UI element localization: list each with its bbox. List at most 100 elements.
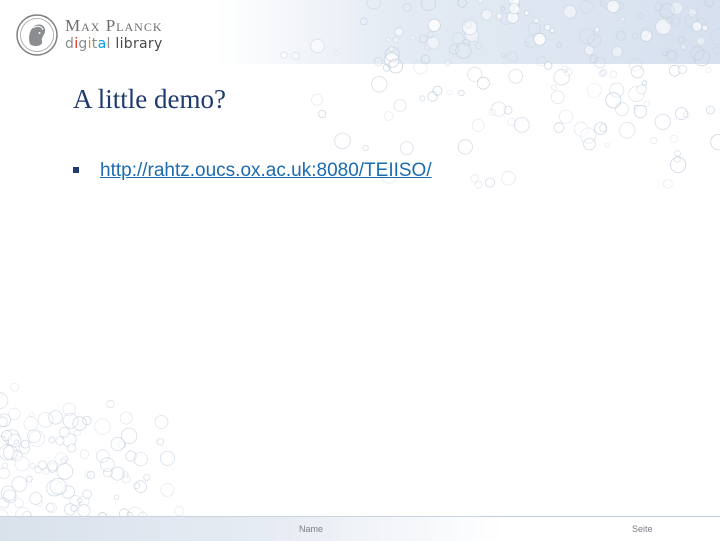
bubble-dot: [10, 382, 20, 392]
bubble-dot: [46, 479, 63, 497]
bubble-dot: [29, 462, 36, 470]
bubble-dot: [134, 480, 148, 493]
bubble-dot: [0, 392, 3, 398]
bubble-dot: [62, 402, 76, 417]
bubble-dot: [72, 416, 87, 431]
bubble-dot: [174, 505, 185, 517]
bubble-dot: [110, 436, 126, 452]
bubble-dot: [628, 86, 645, 103]
bubble-dot: [79, 502, 85, 508]
bubble-dot: [34, 465, 42, 474]
bubble-dot: [70, 504, 78, 512]
bubble-dot: [474, 180, 483, 189]
bubble-dot: [25, 475, 33, 483]
bubble-dot: [62, 413, 79, 429]
square-bullet-icon: [73, 167, 79, 173]
bubble-dot: [457, 139, 473, 155]
bubble-dot: [45, 503, 55, 512]
bubble-dot: [13, 498, 24, 508]
bubble-dot: [100, 457, 115, 472]
bubble-dot: [36, 500, 43, 507]
bubble-dot: [54, 452, 68, 466]
bubble-dot: [393, 99, 407, 112]
bubble-dot: [54, 481, 67, 495]
bubble-dot: [121, 474, 131, 484]
bullet-item: http://rahtz.oucs.ox.ac.uk:8080/TEIISO/: [72, 157, 432, 185]
bubble-dot: [594, 122, 608, 136]
bubble-dot: [470, 174, 479, 183]
bubble-dot: [476, 76, 490, 90]
bubble-dot: [553, 69, 570, 86]
bubble-dot: [77, 497, 83, 504]
bubble-dot: [95, 449, 110, 463]
bubble-dot: [77, 504, 91, 518]
bubble-dot: [154, 415, 169, 429]
bubble-dot: [86, 471, 95, 480]
bubble-dot: [598, 70, 605, 77]
bubble-dot: [82, 415, 92, 426]
bubble-dot: [143, 474, 151, 481]
bubble-dot: [0, 467, 10, 480]
bubble-dot: [573, 121, 589, 137]
bubble-dot: [674, 150, 681, 157]
bubble-dot: [61, 456, 69, 463]
bubble-dot: [106, 399, 115, 409]
bubble-dot: [119, 411, 133, 425]
bubble-dot: [82, 489, 92, 499]
bubble-dot: [73, 429, 81, 437]
bubble-dot: [643, 100, 650, 107]
bubble-dot: [48, 410, 63, 425]
bubble-dot: [491, 101, 507, 117]
bubble-dot: [0, 413, 12, 428]
bubble-dot: [110, 466, 125, 481]
bubble-dot: [159, 450, 176, 466]
bubble-dot: [630, 65, 644, 79]
bubble-dot: [18, 442, 31, 455]
bubble-dot: [458, 89, 465, 97]
bubble-dot: [133, 482, 141, 490]
bubble-dot: [7, 433, 22, 448]
bubble-dot: [1, 430, 13, 442]
brand-subtitle: digital library: [65, 36, 163, 52]
bubble-dot: [471, 118, 485, 132]
bubble-dot: [427, 91, 438, 102]
bubble-dot: [432, 85, 443, 96]
bubble-dot: [682, 111, 690, 119]
brand-subtitle-letter: library: [110, 36, 163, 52]
footer-name: Name: [299, 524, 324, 534]
bubble-dot: [669, 156, 687, 173]
bubble-dot: [1, 462, 8, 469]
bubble-dot: [23, 416, 39, 431]
bubble-dot: [636, 84, 647, 95]
bubble-dot: [120, 427, 138, 445]
bubble-dot: [668, 64, 681, 77]
bubble-dot: [28, 430, 46, 447]
bubble-dot: [311, 93, 324, 106]
bubble-dot: [609, 82, 625, 98]
bubble-dot: [503, 105, 513, 115]
brand-subtitle-letter: g: [78, 36, 88, 52]
bubble-dot: [14, 456, 30, 472]
bubble-dot: [663, 179, 673, 189]
bubble-dot: [59, 426, 70, 438]
bubble-dot: [13, 439, 19, 445]
bubble-dot: [362, 145, 369, 152]
decorative-bubbles-left: [0, 382, 185, 520]
footer-bar: Name Seite: [0, 516, 720, 541]
bubble-dot: [60, 458, 67, 465]
bubble-dot: [0, 416, 7, 428]
bubble-dot: [78, 495, 90, 507]
bullet-link[interactable]: http://rahtz.oucs.ox.ac.uk:8080/TEIISO/: [100, 160, 432, 181]
bubble-dot: [55, 436, 65, 446]
bubble-dot: [0, 485, 17, 502]
bubble-dot: [558, 109, 574, 124]
bubble-dot: [46, 502, 57, 514]
bubble-dot: [160, 483, 175, 497]
bubble-dot: [48, 436, 56, 444]
brand-name: Max Planck: [65, 16, 163, 35]
bubble-dot: [618, 122, 636, 139]
bubble-dot: [669, 134, 679, 143]
bubble-dot: [633, 104, 648, 119]
bubble-dot: [446, 89, 453, 96]
bubble-dot: [0, 416, 9, 428]
